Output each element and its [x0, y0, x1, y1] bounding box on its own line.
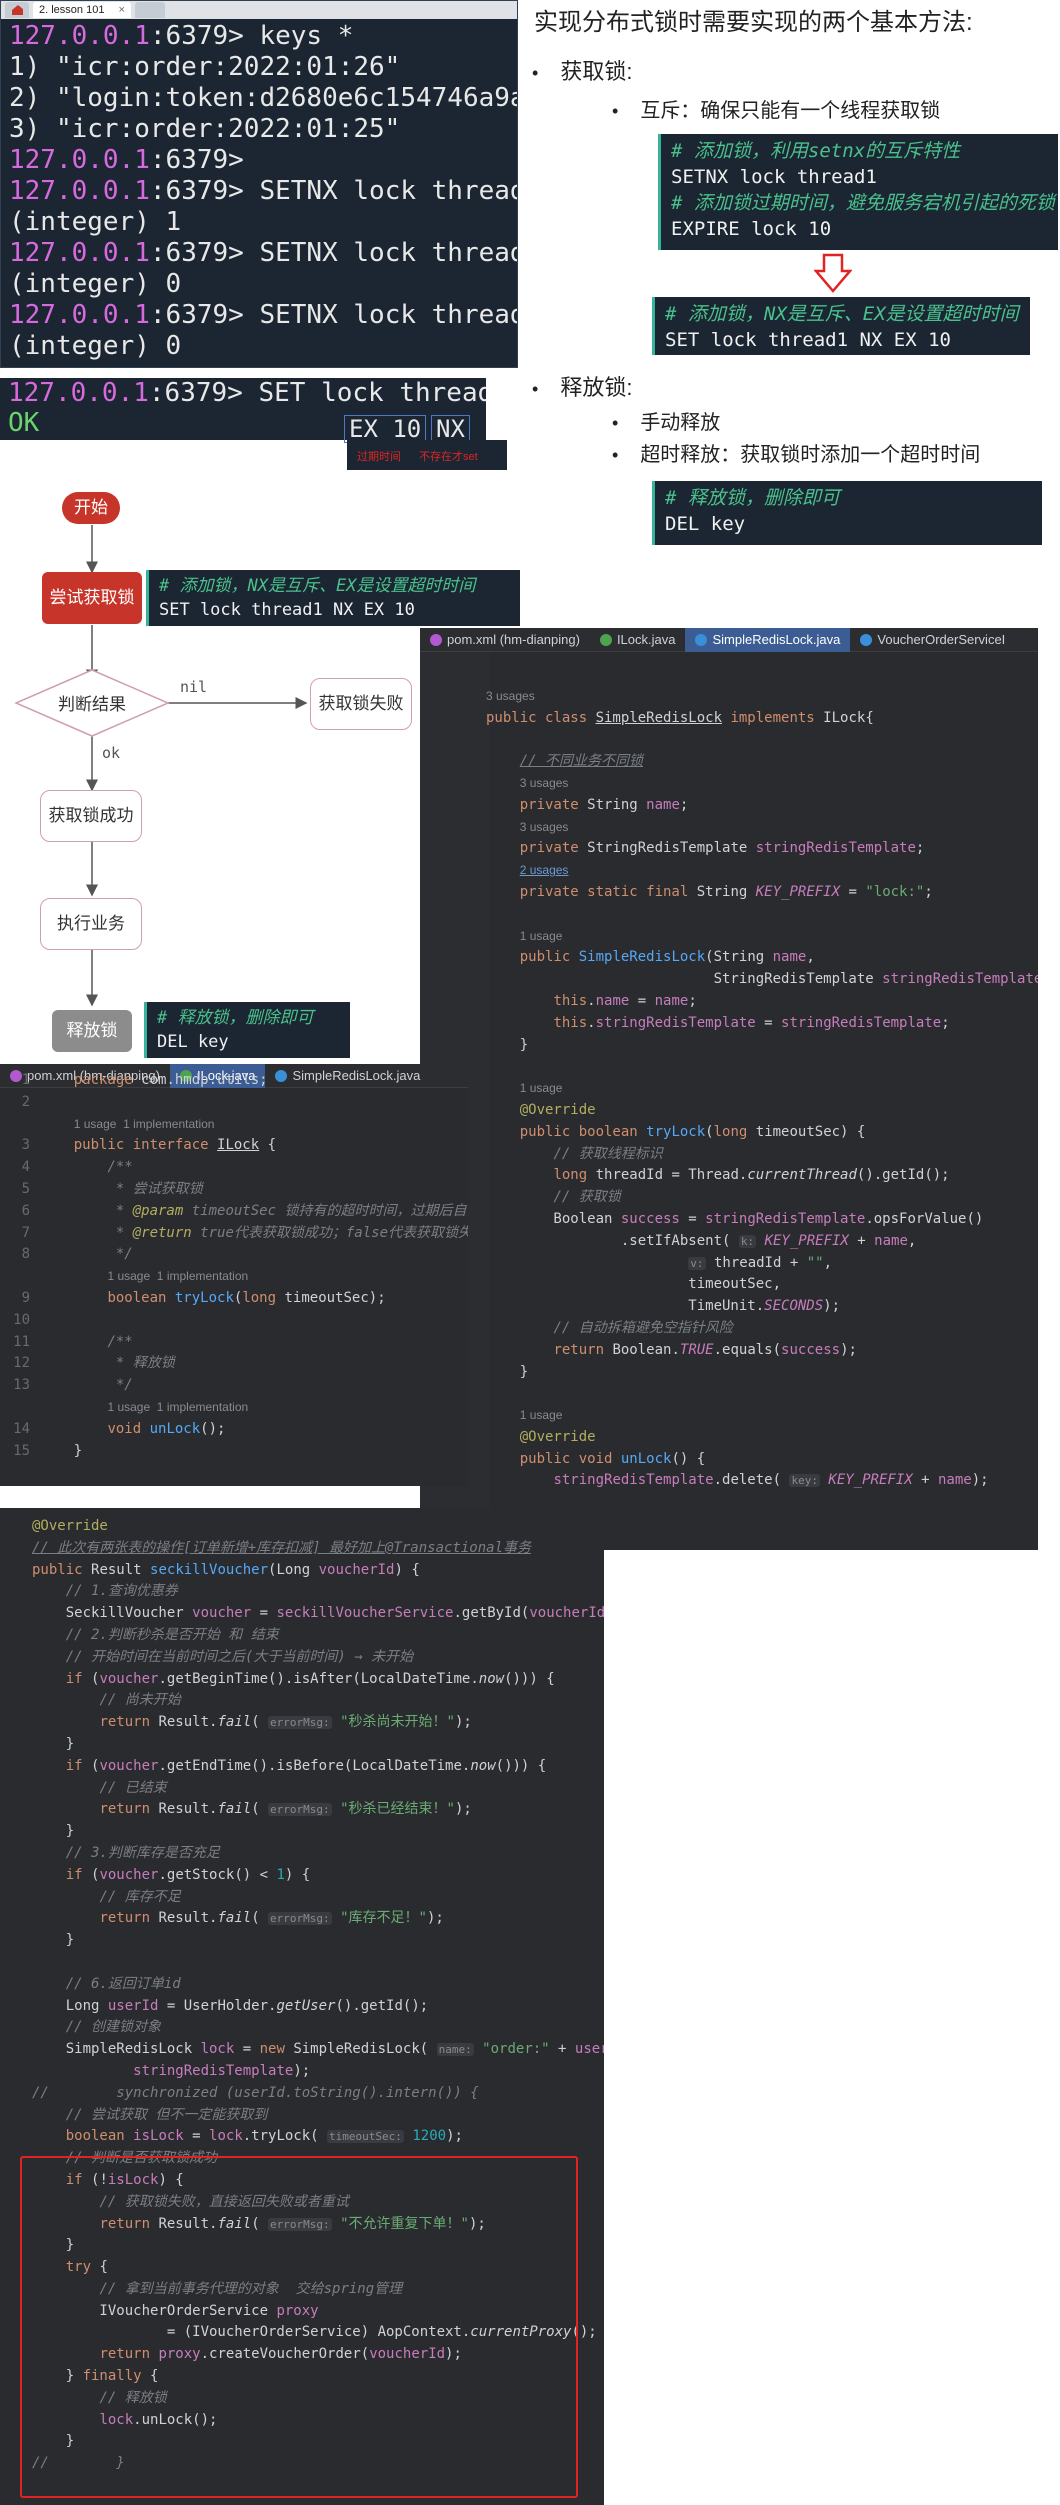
- java-class-icon: [599, 633, 612, 646]
- terminal-line: 127.0.0.1:6379> SETNX lock thread1: [9, 176, 518, 206]
- ide-tab-label: SimpleRedisLock.java: [712, 632, 841, 647]
- flow-try-card: # 添加锁，NX是互斥、EX是设置超时时间 SET lock thread1 N…: [146, 570, 520, 626]
- terminal-line: 127.0.0.1:6379> keys *: [9, 21, 354, 51]
- terminal-tab-title: 2. lesson 101: [39, 4, 105, 16]
- close-icon[interactable]: ×: [118, 4, 124, 16]
- flow-release-card: # 释放锁，删除即可 DEL key: [144, 1002, 350, 1058]
- java-class-icon: [695, 633, 708, 646]
- terminal-line: 127.0.0.1:6379> SETNX lock thread1: [9, 300, 518, 330]
- mutex-item: • 互斥：确保只能有一个线程获取锁: [612, 100, 941, 122]
- flow-release: 释放锁: [52, 1010, 132, 1052]
- flow-nil-label: nil: [180, 678, 208, 696]
- flow-judge: 判断结果: [58, 695, 126, 714]
- ex-note: 过期时间: [357, 451, 401, 463]
- nx-note: 不存在才set: [419, 451, 478, 463]
- highlight-box: [20, 2156, 578, 2498]
- flowchart-connectors: [14, 525, 308, 1007]
- ide-seckill-voucher: @Override // 此次有两张表的操作[订单新增+库存扣减] 最好加上@T…: [0, 1508, 604, 2505]
- flow-ok-label: ok: [102, 744, 121, 762]
- terminal-line: 3) "icr:order:2022:01:25": [9, 114, 401, 144]
- ide-ilock: pom.xml (hm-dianping) ILock.java SimpleRed…: [0, 1064, 468, 1486]
- terminal-line: 127.0.0.1:6379> SETNX lock thread1: [9, 238, 518, 268]
- terminal-line: (integer) 0: [9, 331, 182, 361]
- terminal-line: (integer) 0: [9, 269, 182, 299]
- home-tab[interactable]: [5, 2, 29, 18]
- notes-title: 实现分布式锁时需要实现的两个基本方法:: [534, 9, 973, 36]
- redis-terminal: 2. lesson 101 × 127.0.0.1:6379> keys * 1)…: [0, 0, 518, 368]
- flow-start: 开始: [62, 492, 120, 524]
- ide-tab-label: ILock.java: [616, 632, 676, 647]
- ide-right-code: 3 usages public class SimpleRedisLock im…: [486, 688, 1038, 1489]
- acquire-heading: • 获取锁:: [532, 59, 633, 84]
- ide-tab-label: VoucherOrderServiceI: [877, 632, 1006, 647]
- ide-simple-redis-lock: pom.xml (hm-dianping) ILock.java SimpleRed…: [420, 628, 1038, 1550]
- terminal-line: 127.0.0.1:6379>: [9, 145, 260, 175]
- ex-box: EX 10: [344, 415, 427, 443]
- ide-tab[interactable]: pom.xml (hm-dianping): [420, 628, 590, 652]
- flow-fail: 获取锁失败: [310, 678, 412, 730]
- nx-box: NX: [431, 415, 470, 443]
- ide-left-code: 1 package com.hmdp.utils; 2 1 usage 1 im…: [13, 1072, 468, 1459]
- term2-prompt-line: 127.0.0.1:6379> SET lock thread1: [0, 378, 486, 408]
- home-icon: [12, 5, 23, 15]
- setnx-card: # 添加锁，利用setnx的互斥特性 SETNX lock thread1 # …: [658, 134, 1058, 250]
- note-strip: 过期时间 不存在才set: [347, 440, 507, 470]
- maven-file-icon: [430, 633, 442, 646]
- java-class-icon: [860, 633, 873, 646]
- manual-release-item: • 手动释放: [612, 412, 721, 434]
- ide-right-tabbar: pom.xml (hm-dianping) ILock.java SimpleRed…: [420, 628, 1038, 652]
- flow-success: 获取锁成功: [40, 790, 142, 842]
- ide-tab-label: pom.xml (hm-dianping): [447, 632, 580, 647]
- down-arrow-icon: [814, 253, 852, 293]
- del-card: # 释放锁，删除即可 DEL key: [652, 481, 1042, 545]
- flow-try-lock: 尝试获取锁: [42, 572, 142, 624]
- set-nx-ex-card: # 添加锁，NX是互斥、EX是设置超时时间 SET lock thread1 N…: [652, 297, 1030, 355]
- timeout-release-item: • 超时释放：获取锁时添加一个超时时间: [612, 444, 981, 466]
- terminal-tab-bar: 2. lesson 101 ×: [1, 1, 517, 19]
- terminal-output: 127.0.0.1:6379> keys * 1) "icr:order:2022…: [1, 19, 517, 362]
- term2-command: SET lock thread1: [258, 378, 486, 408]
- new-tab-button[interactable]: [134, 2, 165, 18]
- ide-tab[interactable]: SimpleRedisLock.java: [685, 628, 851, 652]
- release-heading: • 释放锁:: [532, 375, 633, 400]
- terminal-tab[interactable]: 2. lesson 101 ×: [33, 2, 131, 18]
- terminal-line: (integer) 1: [9, 207, 182, 237]
- ide-tab[interactable]: ILock.java: [590, 628, 686, 652]
- flow-execute: 执行业务: [40, 898, 142, 950]
- terminal-line: 2) "login:token:d2680e6c154746a9ad: [9, 83, 518, 113]
- terminal-line: 1) "icr:order:2022:01:26": [9, 52, 401, 82]
- ide-tab[interactable]: VoucherOrderServiceI: [850, 628, 1015, 652]
